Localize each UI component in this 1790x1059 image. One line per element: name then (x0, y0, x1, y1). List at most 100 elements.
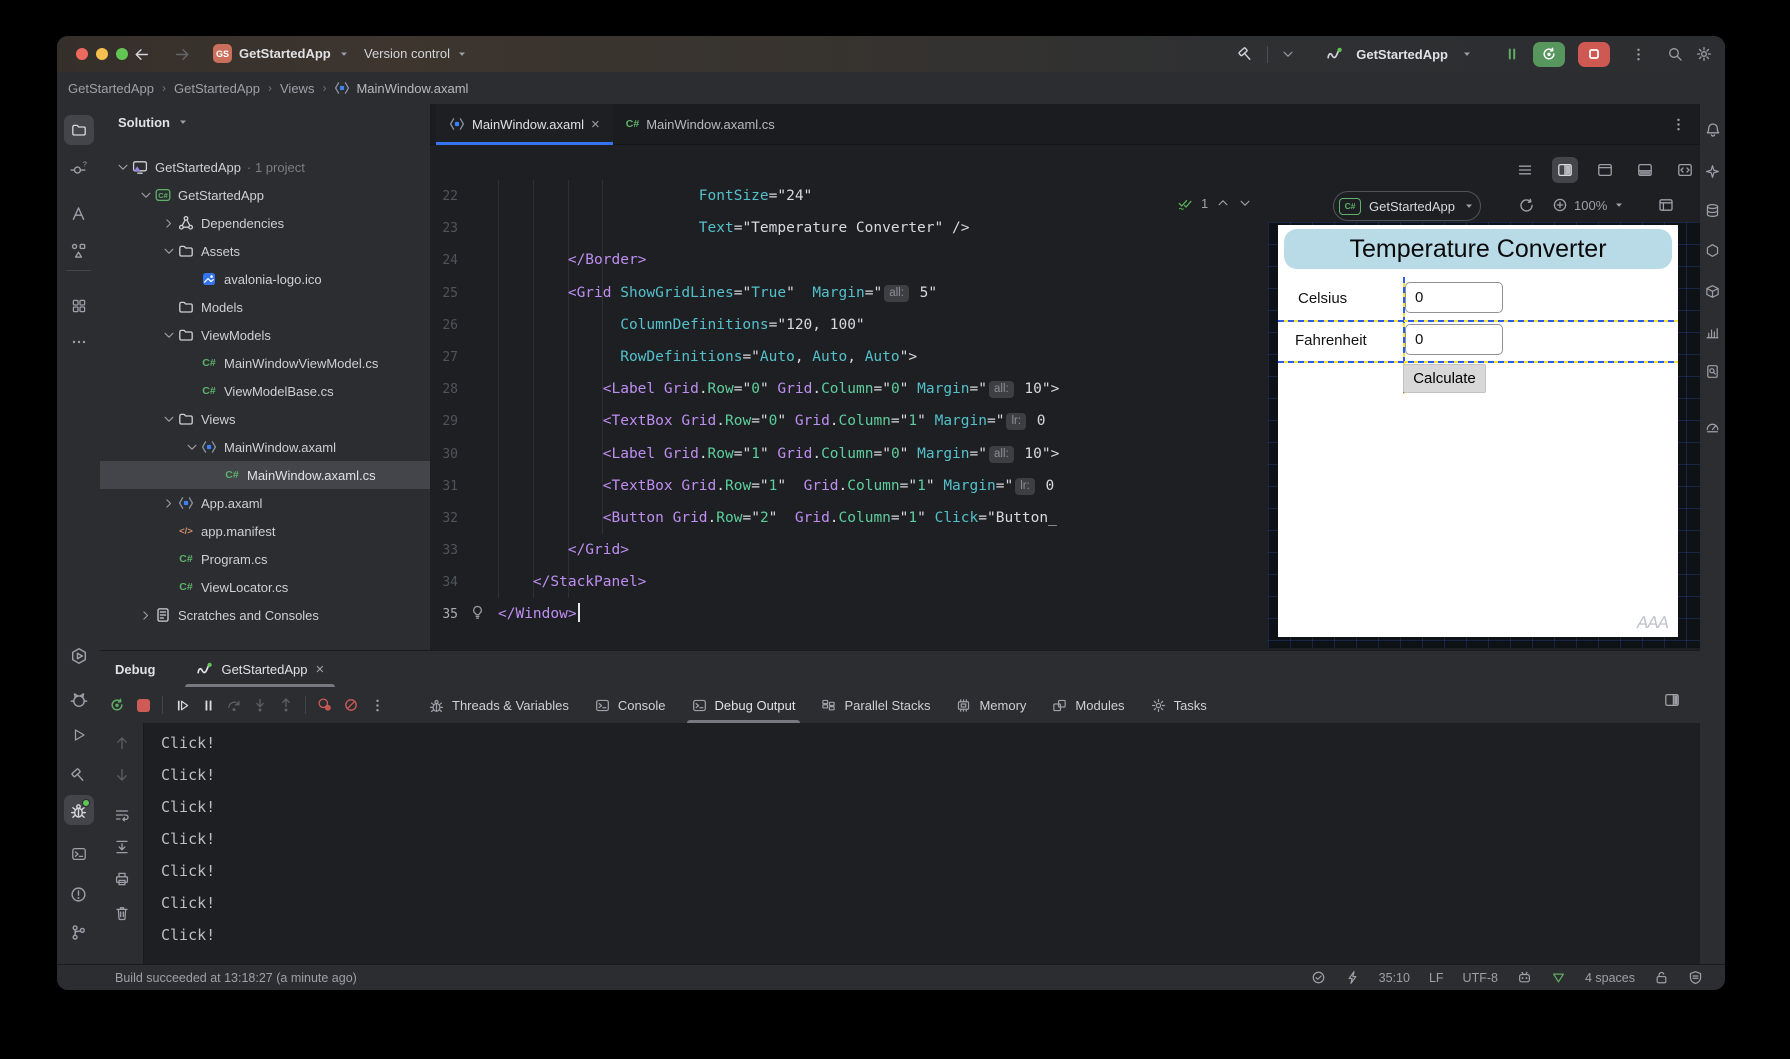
preview-frame-icon[interactable] (1658, 197, 1674, 213)
solution-header[interactable]: Solution (118, 115, 170, 130)
caret-position[interactable]: 35:10 (1379, 971, 1410, 985)
structure-tool-icon[interactable] (64, 235, 94, 265)
debug-tab-console[interactable]: Console (582, 687, 679, 723)
preview-config-button[interactable]: C# GetStartedApp (1333, 191, 1481, 221)
restart-debug-button[interactable] (1533, 41, 1565, 67)
build-hammer-tool-icon[interactable] (64, 760, 94, 790)
chevron-down-icon[interactable] (1238, 196, 1252, 210)
tree-row[interactable]: C# MainWindowViewModel.cs (100, 349, 430, 377)
stop-icon[interactable] (130, 692, 156, 718)
refresh-preview-icon[interactable] (1518, 197, 1535, 214)
hot-reload-icon[interactable] (1551, 970, 1566, 985)
security-status-icon[interactable] (1688, 970, 1703, 985)
build-hammer-icon[interactable] (1237, 46, 1254, 63)
tree-row[interactable]: </> app.manifest (100, 517, 430, 545)
view-list-icon[interactable] (1512, 157, 1538, 183)
debug-tab-threads-variables[interactable]: Threads & Variables (416, 687, 582, 723)
fahrenheit-input[interactable]: 0 (1405, 324, 1503, 355)
file-lock-icon[interactable] (1654, 970, 1669, 985)
pause-icon[interactable] (195, 692, 221, 718)
ai-assistant-icon[interactable] (1702, 160, 1724, 182)
chevron-down-icon[interactable] (177, 116, 189, 128)
resume-icon[interactable] (169, 692, 195, 718)
zoom-window-button[interactable] (116, 48, 128, 60)
kebab-menu-icon[interactable] (1671, 117, 1686, 132)
debug-tab-tasks[interactable]: Tasks (1138, 687, 1220, 723)
clear-output-icon[interactable] (114, 905, 130, 921)
profiler-tool-icon[interactable] (1702, 321, 1724, 343)
chevron-down-icon[interactable] (160, 412, 177, 426)
step-out-icon[interactable] (273, 692, 299, 718)
project-tool-icon[interactable] (63, 115, 94, 145)
preview-zoom-widget[interactable]: 100% (1552, 197, 1625, 213)
debug-tab-modules[interactable]: Modules (1039, 687, 1137, 723)
problems-tool-icon[interactable] (64, 879, 94, 909)
tree-row[interactable]: Dependencies (100, 209, 430, 237)
endpoints-tool-icon[interactable] (1702, 239, 1724, 261)
search-icon[interactable] (1667, 46, 1683, 62)
chevron-down-icon[interactable] (1281, 47, 1295, 61)
breadcrumb-item[interactable]: MainWindow.axaml (334, 80, 468, 96)
tree-row[interactable]: C# ViewLocator.cs (100, 573, 430, 601)
tree-row[interactable]: Models (100, 293, 430, 321)
print-icon[interactable] (114, 871, 130, 887)
git-tool-icon[interactable] (64, 917, 94, 947)
project-widget[interactable]: GS GetStartedApp (213, 44, 350, 63)
commit-tool-icon[interactable]: ? (64, 154, 94, 184)
tab-mainwindow-axaml[interactable]: MainWindow.axaml × (436, 104, 613, 145)
run-tool-icon[interactable] (64, 720, 94, 750)
rerun-icon[interactable] (104, 692, 130, 718)
pause-program-icon[interactable] (1504, 46, 1520, 62)
celsius-input[interactable]: 0 (1405, 282, 1503, 313)
close-icon[interactable]: × (591, 117, 600, 132)
tab-mainwindow-axaml-cs[interactable]: C# MainWindow.axaml.cs (613, 104, 788, 144)
chevron-down-icon[interactable] (114, 160, 131, 174)
tree-row[interactable]: C# Program.cs (100, 545, 430, 573)
monitoring-tool-icon[interactable] (1702, 415, 1724, 437)
tree-row[interactable]: ViewModels (100, 321, 430, 349)
back-icon[interactable] (133, 46, 150, 63)
tree-row[interactable]: MainWindow.axaml (100, 433, 430, 461)
view-window-icon[interactable] (1592, 157, 1618, 183)
services-tool-icon[interactable] (64, 641, 94, 671)
next-occurrence-icon[interactable] (114, 767, 130, 783)
scroll-to-end-icon[interactable] (114, 839, 130, 855)
settings-gear-icon[interactable] (1696, 46, 1712, 62)
tree-row[interactable]: App.axaml (100, 489, 430, 517)
prev-occurrence-icon[interactable] (114, 735, 130, 751)
mute-breakpoints-icon[interactable] (312, 692, 338, 718)
debug-tool-icon[interactable] (63, 795, 94, 825)
tree-row[interactable]: C# ViewModelBase.cs (100, 377, 430, 405)
chevron-down-icon[interactable] (160, 328, 177, 342)
build-status-message[interactable]: Build succeeded at 13:18:27 (a minute ag… (115, 971, 357, 985)
find-tool-icon[interactable] (1702, 360, 1724, 382)
forward-icon[interactable] (174, 46, 191, 63)
layout-settings-icon[interactable] (1664, 692, 1680, 708)
database-tool-icon[interactable] (1702, 199, 1724, 221)
breadcrumb-item[interactable]: GetStartedApp (68, 81, 154, 96)
terminal-tool-icon[interactable] (64, 839, 94, 869)
step-over-icon[interactable] (221, 692, 247, 718)
tree-row[interactable]: C# MainWindow.axaml.cs (100, 461, 430, 489)
chevron-right-icon[interactable] (160, 217, 177, 230)
view-split-right-icon[interactable] (1552, 157, 1578, 183)
stop-button[interactable] (1578, 41, 1610, 67)
tree-row[interactable]: C# GetStartedApp (100, 181, 430, 209)
tree-row[interactable]: Views (100, 405, 430, 433)
more-tools-icon[interactable] (64, 327, 94, 357)
indent-style[interactable]: 4 spaces (1585, 971, 1635, 985)
file-encoding[interactable]: UTF-8 (1463, 971, 1498, 985)
debug-output[interactable]: Click! Click! Click! Click! Click! Click! Clic… (143, 723, 1700, 966)
debug-session-tab[interactable]: GetStartedApp × (185, 651, 335, 687)
view-split-bottom-icon[interactable] (1632, 157, 1658, 183)
close-window-button[interactable] (76, 48, 88, 60)
chevron-down-icon[interactable] (160, 244, 177, 258)
calculate-button[interactable]: Calculate (1403, 364, 1486, 393)
breadcrumb-item[interactable]: GetStartedApp (174, 81, 260, 96)
chevron-down-icon[interactable] (183, 440, 200, 454)
tree-row[interactable]: GetStartedApp · 1 project (100, 153, 430, 181)
step-into-icon[interactable] (247, 692, 273, 718)
ai-assistant-tool-icon[interactable] (64, 685, 94, 715)
pull-requests-tool-icon[interactable] (64, 198, 94, 228)
close-icon[interactable]: × (315, 662, 324, 677)
